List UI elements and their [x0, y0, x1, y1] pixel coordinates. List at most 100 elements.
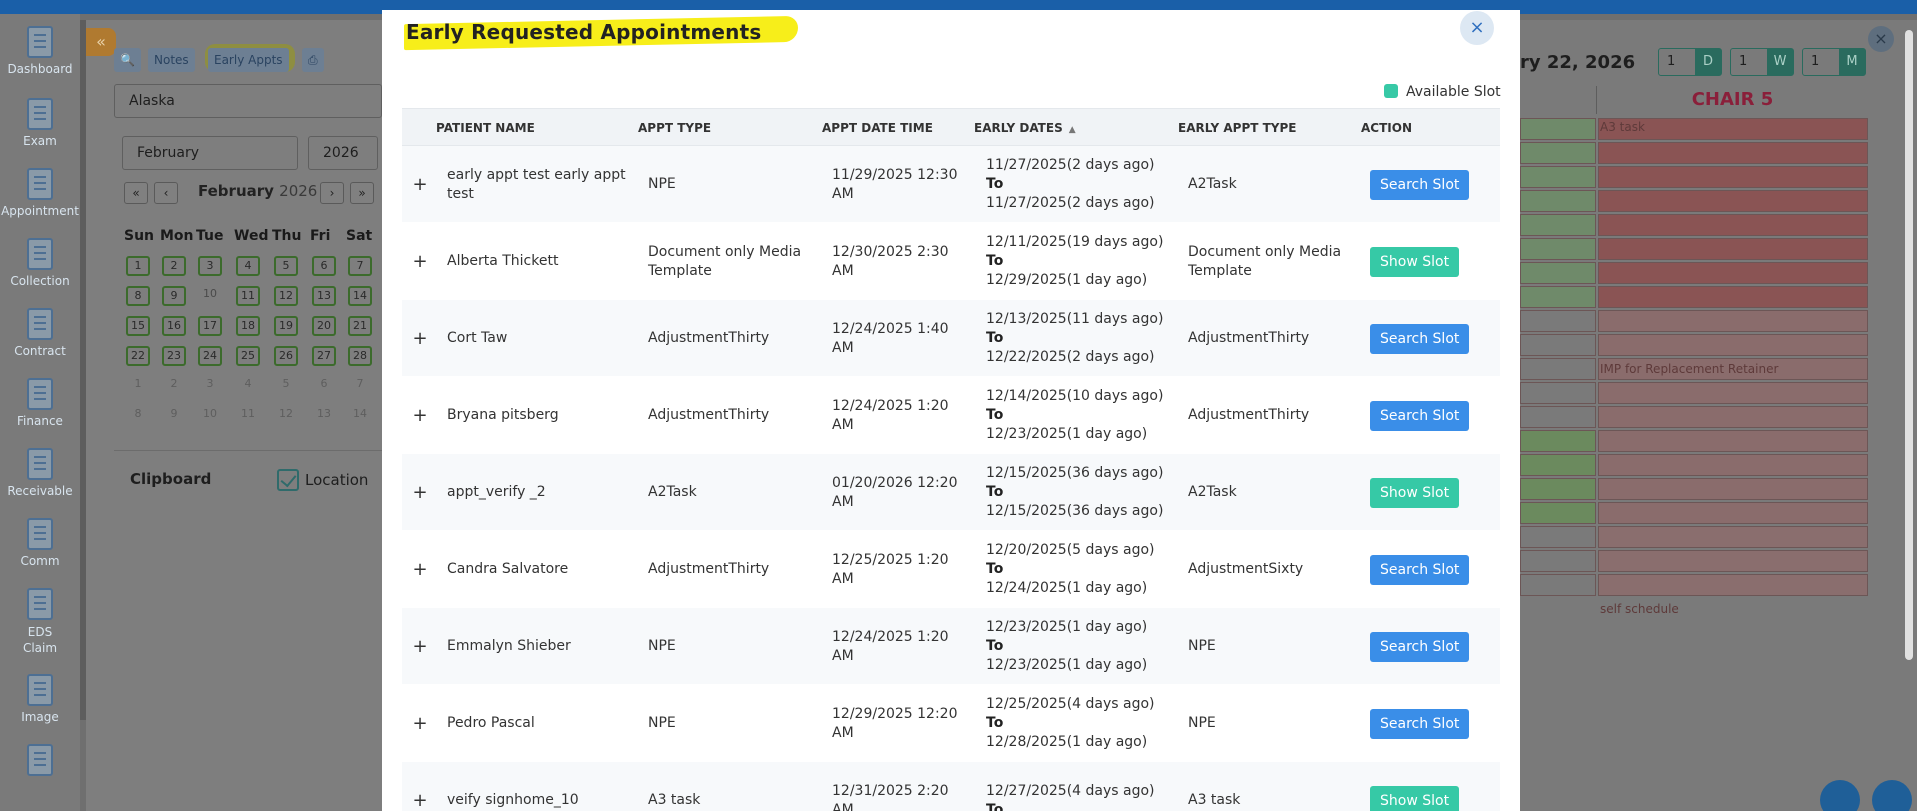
background-close-icon[interactable]: × [1868, 26, 1894, 52]
expand-row-icon[interactable]: + [412, 685, 428, 762]
calendar-day[interactable]: 13 [312, 406, 336, 426]
schedule-slot[interactable] [1520, 502, 1596, 524]
calendar-day[interactable]: 4 [236, 256, 260, 276]
early-appts-button[interactable]: Early Appts [208, 48, 289, 72]
sidebar-item-more[interactable] [0, 744, 80, 780]
calendar-day[interactable]: 7 [348, 256, 372, 276]
sidebar-item-eds-claim[interactable]: EDS Claim [0, 588, 80, 656]
calendar-day[interactable]: 3 [198, 256, 222, 276]
chair-entry[interactable]: IMP for Replacement Retainer [1600, 362, 1778, 376]
calendar-day[interactable]: 3 [198, 376, 222, 396]
schedule-slot[interactable] [1598, 238, 1868, 260]
calendar-day[interactable]: 6 [312, 376, 336, 396]
calendar-day[interactable]: 27 [312, 346, 336, 366]
schedule-slot[interactable] [1598, 526, 1868, 548]
schedule-slot[interactable] [1520, 478, 1596, 500]
schedule-slot[interactable] [1520, 382, 1596, 404]
calendar-day[interactable]: 11 [236, 406, 260, 426]
column-early-dates[interactable]: EARLY DATES ▲ [974, 109, 1076, 149]
calendar-day[interactable]: 12 [274, 286, 298, 306]
print-button[interactable]: ⎙ [302, 48, 324, 72]
calendar-day[interactable]: 5 [274, 256, 298, 276]
calendar-next-month[interactable]: › [320, 182, 344, 204]
schedule-slot[interactable] [1598, 574, 1868, 596]
column-patient-name[interactable]: PATIENT NAME [436, 109, 535, 147]
calendar-day[interactable]: 7 [348, 376, 372, 396]
schedule-slot[interactable] [1520, 358, 1596, 380]
schedule-slot[interactable] [1598, 262, 1868, 284]
schedule-slot[interactable] [1520, 118, 1596, 140]
schedule-slot[interactable] [1598, 190, 1868, 212]
calendar-day[interactable]: 19 [274, 316, 298, 336]
expand-row-icon[interactable]: + [412, 762, 428, 811]
week-view-toggle[interactable]: 1W [1730, 48, 1794, 76]
sidebar-item-dashboard[interactable]: Dashboard [0, 26, 80, 76]
show-slot-button[interactable]: Show Slot [1370, 785, 1460, 811]
month-select[interactable]: February [122, 136, 298, 170]
sidebar-item-collection[interactable]: Collection [0, 238, 80, 288]
calendar-day[interactable]: 17 [198, 316, 222, 336]
search-button[interactable]: 🔍 [114, 48, 141, 72]
schedule-slot[interactable] [1598, 550, 1868, 572]
close-icon[interactable]: × [1460, 11, 1494, 45]
calendar-day[interactable]: 16 [162, 316, 186, 336]
page-scrollbar[interactable] [1905, 30, 1913, 660]
chair-entry[interactable]: A3 task [1600, 120, 1645, 134]
calendar-day[interactable]: 22 [126, 346, 150, 366]
schedule-slot[interactable] [1598, 502, 1868, 524]
search-slot-button[interactable]: Search Slot [1370, 400, 1470, 431]
calendar-day[interactable]: 9 [162, 286, 186, 306]
year-select[interactable]: 2026 [308, 136, 378, 170]
schedule-slot[interactable] [1520, 454, 1596, 476]
schedule-slot[interactable] [1598, 142, 1868, 164]
search-slot-button[interactable]: Search Slot [1370, 631, 1470, 662]
calendar-day[interactable]: 9 [162, 406, 186, 426]
calendar-day[interactable]: 12 [274, 406, 298, 426]
calendar-day[interactable]: 14 [348, 406, 372, 426]
schedule-slot[interactable] [1520, 238, 1596, 260]
show-slot-button[interactable]: Show Slot [1370, 246, 1460, 277]
search-slot-button[interactable]: Search Slot [1370, 169, 1470, 200]
calendar-prev-month[interactable]: ‹ [154, 182, 178, 204]
calendar-day[interactable]: 18 [236, 316, 260, 336]
location-checkbox[interactable] [277, 469, 299, 491]
calendar-day[interactable]: 11 [236, 286, 260, 306]
calendar-day[interactable]: 10 [198, 286, 222, 306]
schedule-slot[interactable] [1598, 430, 1868, 452]
calendar-day[interactable]: 4 [236, 376, 260, 396]
chair-entry[interactable]: self schedule [1600, 602, 1679, 616]
column-early-appt-type[interactable]: EARLY APPT TYPE [1178, 109, 1296, 147]
schedule-slot[interactable] [1520, 526, 1596, 548]
expand-row-icon[interactable]: + [412, 300, 428, 377]
calendar-day[interactable]: 8 [126, 406, 150, 426]
schedule-slot[interactable] [1520, 286, 1596, 308]
schedule-slot[interactable] [1598, 166, 1868, 188]
schedule-slot[interactable] [1598, 382, 1868, 404]
calendar-day[interactable]: 6 [312, 256, 336, 276]
location-select[interactable]: Alaska [114, 84, 382, 118]
calendar-day[interactable]: 2 [162, 256, 186, 276]
sidebar-item-contract[interactable]: Contract [0, 308, 80, 358]
schedule-slot[interactable] [1520, 574, 1596, 596]
calendar-day[interactable]: 2 [162, 376, 186, 396]
calendar-day[interactable]: 28 [348, 346, 372, 366]
calendar-day[interactable]: 1 [126, 376, 150, 396]
day-view-toggle[interactable]: 1D [1658, 48, 1722, 76]
schedule-slot[interactable] [1520, 262, 1596, 284]
sidebar-item-image[interactable]: Image [0, 674, 80, 724]
column-action[interactable]: ACTION [1361, 109, 1412, 147]
expand-row-icon[interactable]: + [412, 146, 428, 223]
expand-row-icon[interactable]: + [412, 377, 428, 454]
calendar-day[interactable]: 24 [198, 346, 222, 366]
schedule-slot[interactable] [1520, 142, 1596, 164]
column-appt-type[interactable]: APPT TYPE [638, 109, 711, 147]
schedule-slot[interactable] [1520, 166, 1596, 188]
schedule-slot[interactable] [1598, 334, 1868, 356]
search-slot-button[interactable]: Search Slot [1370, 323, 1470, 354]
calendar-day[interactable]: 8 [126, 286, 150, 306]
sidebar-item-exam[interactable]: Exam [0, 98, 80, 148]
schedule-slot[interactable] [1598, 286, 1868, 308]
schedule-slot[interactable] [1520, 190, 1596, 212]
expand-row-icon[interactable]: + [412, 223, 428, 300]
expand-row-icon[interactable]: + [412, 608, 428, 685]
